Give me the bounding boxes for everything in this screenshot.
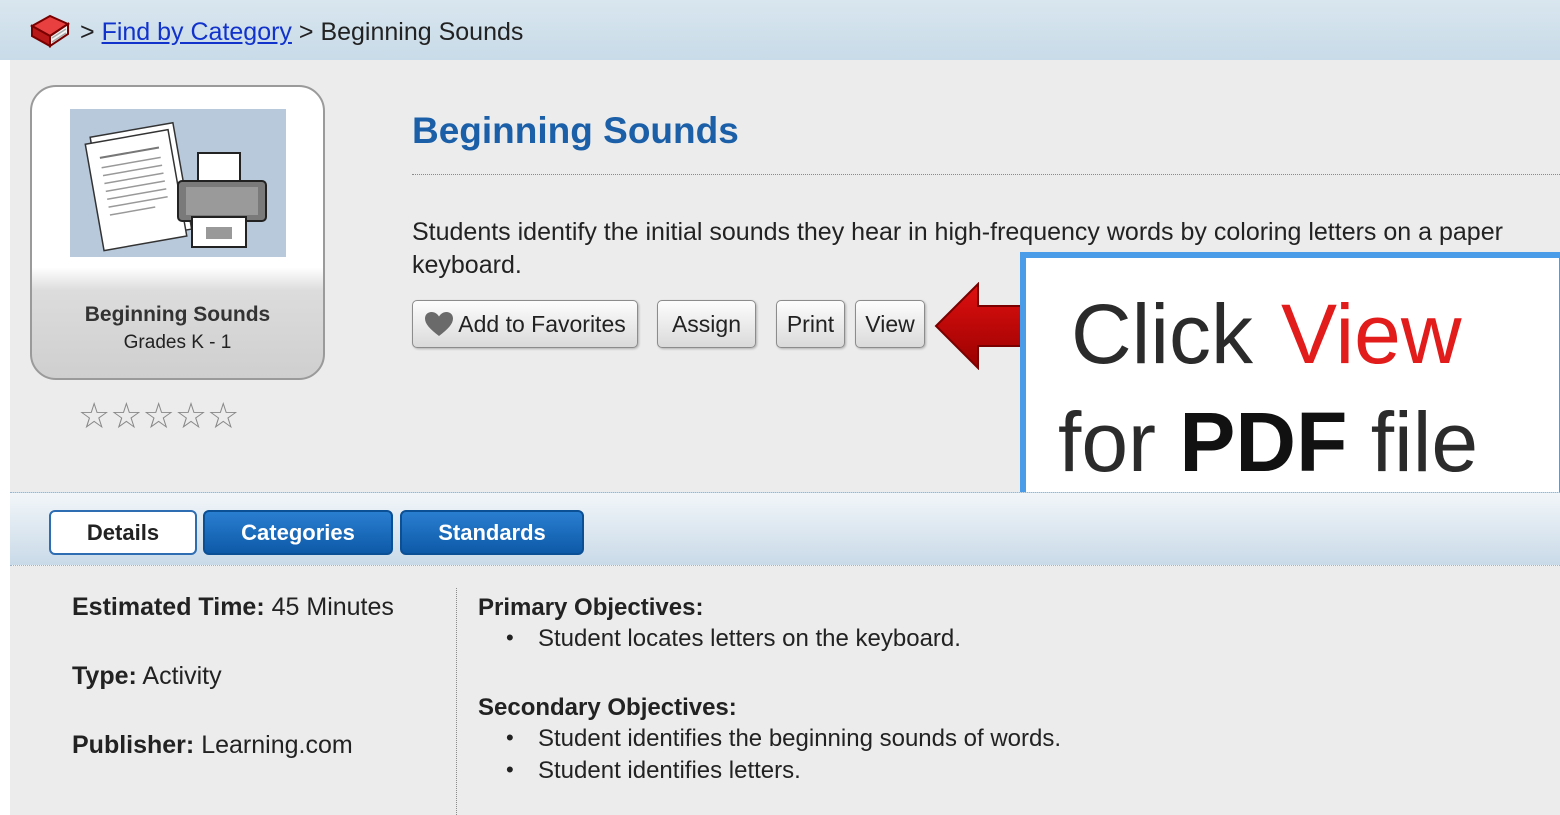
objective-text: Student identifies the beginning sounds … <box>538 725 1062 752</box>
secondary-objectives-heading: Secondary Objectives: <box>478 694 737 721</box>
objective-text: Student identifies letters. <box>538 757 801 784</box>
callout-click-text: Click <box>1071 287 1253 381</box>
assign-button[interactable]: Assign <box>657 300 756 348</box>
tile-grades: Grades K - 1 <box>123 332 232 353</box>
callout-pdf-text: PDF <box>1179 395 1348 489</box>
left-arrow-icon <box>934 282 1029 370</box>
tab-categories[interactable]: Categories <box>203 510 393 555</box>
callout-for-text: for <box>1058 395 1157 489</box>
callout-line-1: Click View <box>1071 286 1462 383</box>
callout-line-2: for PDF file <box>1058 394 1478 491</box>
estimated-time: Estimated Time: 45 Minutes <box>72 593 394 622</box>
breadcrumb-current: Beginning Sounds <box>320 18 524 46</box>
resource-tile[interactable]: Beginning Sounds Grades K - 1 <box>30 85 325 380</box>
estimated-time-label: Estimated Time: <box>72 593 265 621</box>
add-to-favorites-button[interactable]: Add to Favorites <box>412 300 638 348</box>
estimated-time-value: 45 Minutes <box>271 593 394 621</box>
tile-title: Beginning Sounds <box>84 303 271 326</box>
list-item: Student locates letters on the keyboard. <box>506 625 961 653</box>
tab-standards[interactable]: Standards <box>400 510 584 555</box>
type-value: Activity <box>142 662 222 690</box>
breadcrumb-separator: > <box>80 18 95 46</box>
publisher: Publisher: Learning.com <box>72 731 353 760</box>
objective-text: Student locates letters on the keyboard. <box>538 625 961 652</box>
tab-details[interactable]: Details <box>49 510 197 555</box>
breadcrumb: > Find by Category > Beginning Sounds <box>80 18 523 47</box>
callout-view-text: View <box>1281 287 1462 381</box>
print-button[interactable]: Print <box>776 300 845 348</box>
breadcrumb-separator: > <box>298 18 314 46</box>
list-item: Student identifies letters. <box>506 757 801 785</box>
title-divider <box>412 174 1560 175</box>
rating-stars[interactable]: ☆☆☆☆☆ <box>78 396 239 437</box>
add-to-favorites-label: Add to Favorites <box>458 310 626 337</box>
book-icon[interactable] <box>28 12 72 52</box>
resource-type: Type: Activity <box>72 662 222 691</box>
page-title: Beginning Sounds <box>412 110 739 151</box>
view-button[interactable]: View <box>855 300 925 348</box>
callout-file-text: file <box>1370 395 1479 489</box>
resource-thumbnail <box>70 109 286 257</box>
heart-icon <box>425 312 454 336</box>
publisher-value: Learning.com <box>201 731 353 759</box>
printer-document-icon <box>70 109 286 257</box>
list-item: Student identifies the beginning sounds … <box>506 725 1062 753</box>
publisher-label: Publisher: <box>72 731 195 759</box>
breadcrumb-bar: > Find by Category > Beginning Sounds <box>0 0 1560 60</box>
details-divider <box>456 588 457 815</box>
breadcrumb-link-find-by-category[interactable]: Find by Category <box>102 18 292 46</box>
type-label: Type: <box>72 662 137 690</box>
primary-objectives-heading: Primary Objectives: <box>478 594 704 621</box>
instruction-callout: Click View for PDF file <box>1020 252 1560 518</box>
